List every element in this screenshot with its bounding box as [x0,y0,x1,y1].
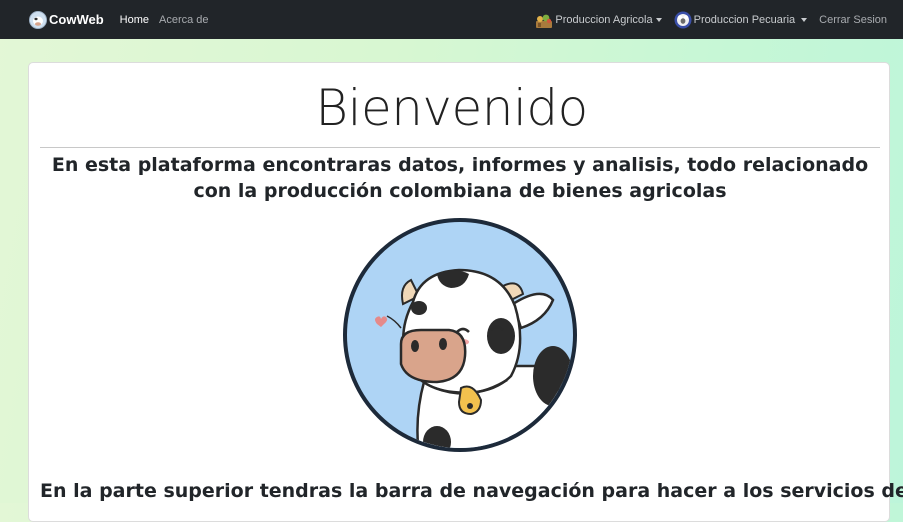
dropdown-produccion-agricola-label: Produccion Agricola [555,13,653,26]
nav-home-link[interactable]: Home [120,14,149,26]
dropdown-produccion-pecuaria[interactable]: Produccion Pecuaria [674,11,808,29]
page-title: Bienvenido [315,79,588,137]
chevron-down-icon [655,17,662,22]
navbar-right-group: Produccion Agricola Produccion Pecuaria … [535,0,887,39]
dropdown-produccion-pecuaria-label: Produccion Pecuaria [693,13,796,26]
navigation-hint-text: En la parte superior tendras la barra de… [40,480,903,502]
brand-name: CowWeb [49,12,104,27]
top-navbar: CowWeb Home Acerca de Produccion Agricol… [0,0,903,39]
cow-logo-icon [29,10,47,29]
cow-illustration [341,216,579,454]
crops-icon [535,11,553,29]
chevron-down-icon [801,17,808,22]
dropdown-produccion-agricola[interactable]: Produccion Agricola [535,11,662,29]
sheep-icon [674,11,692,29]
title-divider [40,147,880,148]
intro-text: En esta plataforma encontraras datos, in… [51,154,869,202]
nav-about-link[interactable]: Acerca de [159,14,209,26]
brand-link[interactable]: CowWeb [29,10,104,29]
logout-link[interactable]: Cerrar Sesion [819,14,887,26]
